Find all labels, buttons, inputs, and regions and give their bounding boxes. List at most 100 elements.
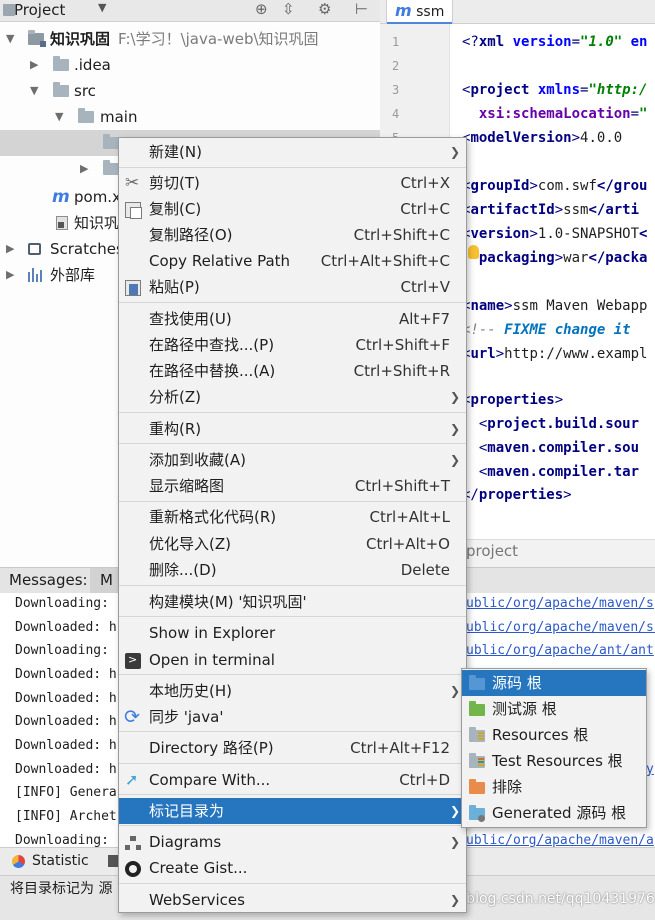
line-number: 1 — [392, 35, 400, 49]
message-url[interactable]: y — [646, 762, 654, 777]
lightbulb-icon[interactable] — [468, 245, 479, 259]
code-line-17: <project.build.sour — [462, 416, 640, 432]
menu-item-diagrams[interactable]: Diagrams ❯ — [119, 829, 466, 855]
menu-item-mark-directory-as[interactable]: 标记目录为 ❯ — [119, 798, 466, 824]
diagram-icon — [125, 835, 141, 851]
tree-item-module[interactable]: ▼ 知识巩固 F:\学习！\java-web\知识巩固 — [0, 26, 380, 52]
chevron-right-icon: ❯ — [449, 145, 460, 159]
menu-separator — [119, 674, 466, 675]
menu-item-copy[interactable]: 复制(C) Ctrl+C — [119, 196, 466, 222]
tree-item-label: 知识巩固 — [50, 30, 111, 48]
menu-item-webservices[interactable]: WebServices ❯ — [119, 887, 466, 913]
menu-item-copy-path[interactable]: 复制路径(O) Ctrl+Shift+C — [119, 222, 466, 248]
menu-item-create-gist[interactable]: Create Gist... — [119, 855, 466, 881]
code-editor[interactable]: <?xml version="1.0" en <project xmlns="h… — [450, 24, 655, 539]
menu-separator — [119, 616, 466, 617]
menu-item-new[interactable]: 新建(N) ❯ — [119, 139, 466, 165]
chevron-right-icon[interactable]: ▶ — [30, 52, 38, 78]
menu-item-label: 重新格式化代码(R) — [149, 508, 277, 526]
menu-separator — [119, 501, 466, 502]
chevron-right-icon: ❯ — [449, 422, 460, 436]
menu-item-show-thumbnail[interactable]: 显示缩略图 Ctrl+Shift+T — [119, 473, 466, 499]
collapse-icon[interactable]: ⇳ — [282, 0, 295, 18]
submenu-item-test-sources-root[interactable]: 测试源 根 — [462, 696, 646, 722]
menu-item-synchronize[interactable]: 同步 'java' — [119, 704, 466, 730]
chevron-right-icon[interactable]: ▶ — [6, 262, 14, 288]
menu-item-find-in-path[interactable]: 在路径中查找...(P) Ctrl+Shift+F — [119, 332, 466, 358]
message-url[interactable]: ublic/org/apache/maven/a — [466, 833, 654, 848]
submenu-item-resources-root[interactable]: Resources 根 — [462, 722, 646, 748]
menu-item-reformat-code[interactable]: 重新格式化代码(R) Ctrl+Alt+L — [119, 504, 466, 530]
statistic-icon — [12, 855, 25, 868]
message-line: Downloaded: h — [15, 738, 117, 753]
tree-item-main[interactable]: ▼ main — [0, 104, 380, 130]
library-icon — [28, 268, 42, 282]
menu-item-local-history[interactable]: 本地历史(H) ❯ — [119, 678, 466, 704]
code-line-13: <!-- FIXME change it — [462, 322, 631, 338]
chevron-down-icon[interactable]: ▼ — [30, 78, 38, 104]
menu-item-label: 显示缩略图 — [149, 477, 225, 495]
code-line-14: <url>http://www.exampl — [462, 346, 648, 362]
menu-item-optimize-imports[interactable]: 优化导入(Z) Ctrl+Alt+O — [119, 531, 466, 557]
github-icon — [125, 861, 141, 877]
menu-item-delete[interactable]: 删除...(D) Delete — [119, 557, 466, 583]
submenu-item-excluded[interactable]: 排除 — [462, 774, 646, 800]
maven-icon: m — [52, 187, 70, 207]
menu-item-label: 复制(C) — [149, 200, 202, 218]
tree-item-src[interactable]: ▼ src — [0, 78, 380, 104]
editor-tab-ssm[interactable]: m ssm — [386, 0, 454, 25]
menu-item-shortcut: Ctrl+Shift+F — [355, 336, 450, 354]
chevron-down-icon[interactable]: ▼ — [6, 26, 14, 52]
chevron-right-icon[interactable]: ▶ — [6, 236, 14, 262]
message-line: Downloaded: h — [15, 762, 117, 777]
submenu-item-sources-root[interactable]: 源码 根 — [462, 670, 646, 696]
menu-item-shortcut: Ctrl+Alt+F12 — [350, 739, 450, 757]
submenu-item-generated-sources-root[interactable]: Generated 源码 根 — [462, 800, 646, 826]
menu-separator — [119, 825, 466, 826]
menu-separator — [119, 883, 466, 884]
menu-item-replace-in-path[interactable]: 在路径中替换...(A) Ctrl+Shift+R — [119, 358, 466, 384]
menu-item-compare-with[interactable]: Compare With... Ctrl+D — [119, 767, 466, 793]
menu-item-open-in-terminal[interactable]: Open in terminal — [119, 647, 466, 673]
messages-tab[interactable]: Messages: — [9, 571, 88, 589]
chevron-down-icon[interactable]: ▼ — [55, 104, 63, 130]
submenu-item-label: Resources 根 — [492, 726, 589, 744]
hide-panel-icon[interactable]: ⊢ — [355, 0, 368, 18]
menu-item-build-module[interactable]: 构建模块(M) '知识巩固' — [119, 589, 466, 615]
menu-item-add-to-favorites[interactable]: 添加到收藏(A) ❯ — [119, 447, 466, 473]
gear-icon[interactable]: ⚙ — [318, 0, 331, 18]
code-line-10: packaging>war</packa — [478, 250, 648, 266]
locate-icon[interactable]: ⊕ — [255, 0, 268, 18]
menu-item-label: 复制路径(O) — [149, 226, 233, 244]
message-url[interactable]: ublic/org/apache/maven/s — [466, 596, 654, 611]
maven-icon: m — [395, 1, 412, 20]
project-panel-title[interactable]: Project — [14, 1, 65, 19]
menu-item-label: Open in terminal — [149, 651, 275, 669]
menu-item-refactor[interactable]: 重构(R) ❯ — [119, 416, 466, 442]
menu-item-directory-path[interactable]: Directory 路径(P) Ctrl+Alt+F12 — [119, 735, 466, 761]
tree-item-label: .idea — [74, 56, 111, 74]
tree-item-idea[interactable]: ▶ .idea — [0, 52, 380, 78]
message-line: Downloading: — [15, 643, 109, 658]
message-url[interactable]: ublic/org/apache/maven/sh — [466, 620, 655, 635]
menu-item-show-in-explorer[interactable]: Show in Explorer — [119, 620, 466, 646]
menu-item-shortcut: Ctrl+C — [400, 200, 450, 218]
menu-item-copy-relative-path[interactable]: Copy Relative Path Ctrl+Alt+Shift+C — [119, 248, 466, 274]
menu-item-analyze[interactable]: 分析(Z) ❯ — [119, 384, 466, 410]
chevron-down-icon[interactable]: ▼ — [98, 1, 106, 14]
menu-item-label: Diagrams — [149, 833, 222, 851]
menu-item-paste[interactable]: 粘贴(P) Ctrl+V — [119, 274, 466, 300]
statistic-tab[interactable]: Statistic — [32, 853, 89, 869]
copy-icon — [125, 202, 142, 219]
submenu-item-label: 源码 根 — [492, 674, 542, 692]
chevron-right-icon[interactable]: ▶ — [80, 156, 88, 182]
menu-item-cut[interactable]: 剪切(T) Ctrl+X — [119, 170, 466, 196]
editor-tab-label: ssm — [416, 4, 445, 20]
menu-item-label: Compare With... — [149, 771, 271, 789]
code-line-7: <groupId>com.swf</grou — [462, 178, 648, 194]
message-url[interactable]: ublic/org/apache/ant/ant — [466, 643, 654, 658]
scratches-icon — [28, 243, 41, 255]
menu-item-find-usages[interactable]: 查找使用(U) Alt+F7 — [119, 306, 466, 332]
submenu-item-test-resources-root[interactable]: Test Resources 根 — [462, 748, 646, 774]
menu-item-label: 添加到收藏(A) — [149, 451, 246, 469]
